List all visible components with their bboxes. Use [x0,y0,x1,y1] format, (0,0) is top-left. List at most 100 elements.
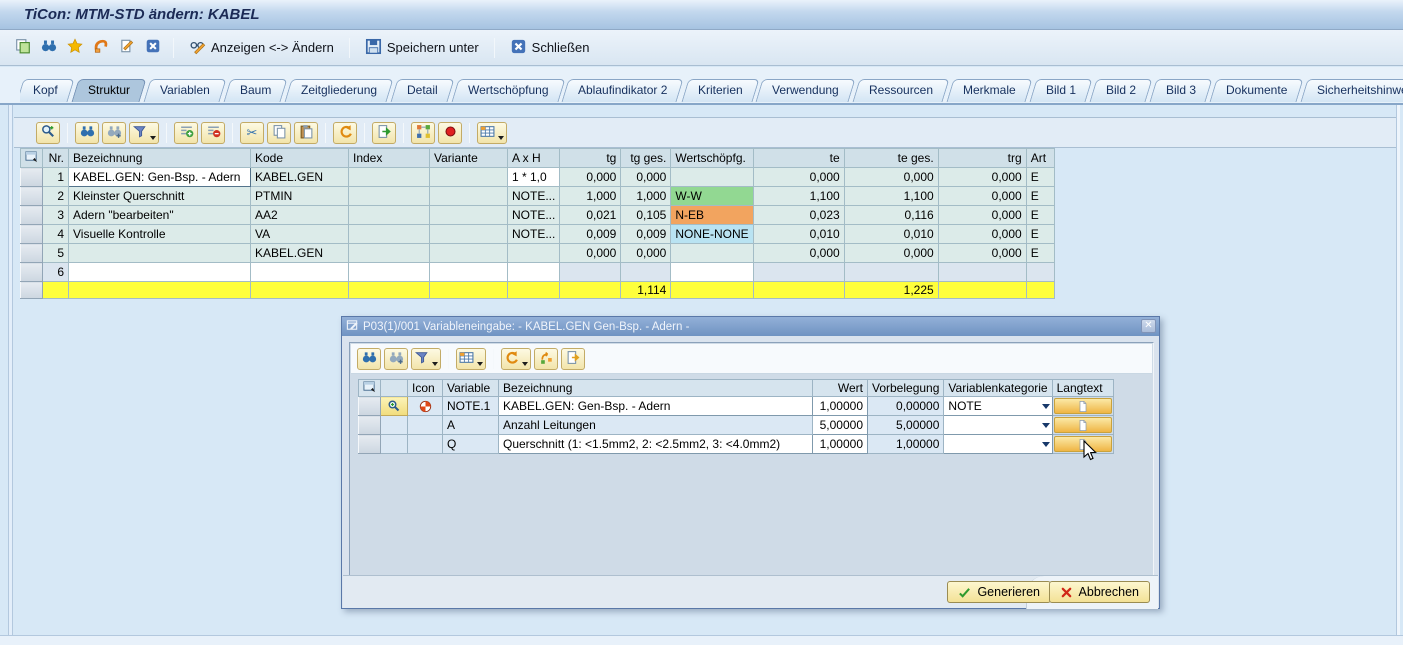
tab-detail[interactable]: Detail [390,79,454,102]
kategorie-select[interactable] [944,416,1052,435]
cell-tg-ges[interactable]: 0,000 [621,244,671,263]
cut-button[interactable]: ✂ [240,122,264,144]
tab-ressourcen[interactable]: Ressourcen [852,79,949,102]
find-button[interactable] [38,37,60,58]
cell-wertschoepfg[interactable]: W-W [671,187,753,206]
cell-axh[interactable] [508,263,560,282]
column-header-te[interactable]: te [753,149,844,168]
kategorie-select[interactable] [944,435,1052,454]
adopt-button[interactable] [534,348,558,370]
cell-variante[interactable] [430,244,508,263]
tab-zeitgliederung[interactable]: Zeitgliederung [284,79,393,102]
dialog-close-button[interactable]: ✕ [1141,319,1156,333]
column-header-te-ges[interactable]: te ges. [844,149,938,168]
cell-index[interactable] [349,263,430,282]
cell-art[interactable] [1026,263,1054,282]
detail-button[interactable] [36,122,60,144]
filter-button[interactable] [411,348,441,370]
cell-bezeichnung[interactable] [69,244,251,263]
row-selector[interactable] [21,225,43,244]
detail-magnifier-button[interactable] [381,397,408,416]
cell-tg-ges[interactable] [621,263,671,282]
kategorie-select[interactable]: NOTE [944,397,1052,416]
column-header-art[interactable]: Art [1026,149,1054,168]
cell-tg-ges[interactable]: 0,009 [621,225,671,244]
cell-kode[interactable]: AA2 [251,206,349,225]
cell-tg[interactable]: 0,000 [560,168,621,187]
favorites-button[interactable] [64,37,86,58]
cell-te-ges[interactable] [844,263,938,282]
wert-input[interactable]: 1,00000 [813,397,868,416]
cell-trg[interactable] [938,263,1026,282]
undo-button[interactable] [501,348,531,370]
row-selector[interactable] [21,263,43,282]
row-selector[interactable] [21,244,43,263]
tab-ablaufindikator-2[interactable]: Ablaufindikator 2 [562,79,684,102]
cell-bezeichnung[interactable]: KABEL.GEN: Gen-Bsp. - Adern [499,397,813,416]
generate-button[interactable]: Generieren [947,581,1051,603]
cell-vorbelegung[interactable]: 1,00000 [868,435,944,454]
column-header-bezeichnung[interactable]: Bezeichnung [499,380,813,397]
row-selector[interactable] [21,168,43,187]
tab-baum[interactable]: Baum [223,79,287,102]
cell-te-ges[interactable]: 0,010 [844,225,938,244]
cell-variante[interactable] [430,206,508,225]
cell-variante[interactable] [430,225,508,244]
cell-nr[interactable]: 4 [43,225,69,244]
column-header-bezeichnung[interactable]: Bezeichnung [69,149,251,168]
hierarchy-button[interactable] [411,122,435,144]
tab-bild-3[interactable]: Bild 3 [1149,79,1212,102]
insert-row-button[interactable] [174,122,198,144]
cell-bezeichnung[interactable]: Adern "bearbeiten" [69,206,251,225]
cancel-button[interactable]: Abbrechen [1049,581,1150,603]
cell-wertschoepfg[interactable] [671,263,753,282]
row-selector[interactable] [21,206,43,225]
row-selector[interactable] [359,397,381,416]
cell-index[interactable] [349,225,430,244]
column-header-trg[interactable]: trg [938,149,1026,168]
cell-te[interactable]: 0,010 [753,225,844,244]
row-selector[interactable] [359,435,381,454]
delete-row-button[interactable] [201,122,225,144]
cell-nr[interactable]: 2 [43,187,69,206]
dialog-titlebar[interactable]: P03(1)/001 Variableneingabe: - KABEL.GEN… [342,317,1159,336]
cell-bezeichnung[interactable] [69,263,251,282]
tab-variablen[interactable]: Variablen [143,79,226,102]
save-as-button[interactable]: Speichern unter [359,36,485,60]
dropdown-arrow-icon[interactable] [1042,404,1050,409]
display-change-button[interactable]: Anzeigen <-> Ändern [183,36,340,60]
cell-te[interactable]: 0,000 [753,168,844,187]
cell-nr[interactable]: 3 [43,206,69,225]
sessions-button[interactable] [12,37,34,58]
cell-tg[interactable]: 1,000 [560,187,621,206]
cell-variante[interactable] [430,168,508,187]
cell-art[interactable]: E [1026,206,1054,225]
cell-kode[interactable]: KABEL.GEN [251,244,349,263]
cell-trg[interactable]: 0,000 [938,244,1026,263]
column-header-tg[interactable]: tg [560,149,621,168]
cell-index[interactable] [349,187,430,206]
column-header-index[interactable]: Index [349,149,430,168]
cell-kode[interactable]: PTMIN [251,187,349,206]
wert-input[interactable]: 5,00000 [813,416,868,435]
wert-input[interactable]: 1,00000 [813,435,868,454]
cell-art[interactable]: E [1026,168,1054,187]
cell-tg-ges[interactable]: 1,000 [621,187,671,206]
cell-trg[interactable]: 0,000 [938,168,1026,187]
cell-vorbelegung[interactable]: 0,00000 [868,397,944,416]
column-header-tg-ges[interactable]: tg ges. [621,149,671,168]
table-settings-button[interactable] [477,122,507,144]
cell-kode[interactable]: KABEL.GEN [251,168,349,187]
tab-struktur[interactable]: Struktur [71,79,146,102]
cell-trg[interactable]: 0,000 [938,206,1026,225]
column-header-variable[interactable]: Variable [443,380,499,397]
cell-axh[interactable]: 1 * 1,0 [508,168,560,187]
undo-button[interactable] [333,122,357,144]
column-header-wert[interactable]: Wert [813,380,868,397]
tab-verwendung[interactable]: Verwendung [756,79,856,102]
cell-wertschoepfg[interactable] [671,168,753,187]
column-header-icon[interactable]: Icon [408,380,443,397]
cell-te-ges[interactable]: 0,116 [844,206,938,225]
cell-tg[interactable] [560,263,621,282]
tab-bild-1[interactable]: Bild 1 [1029,79,1092,102]
